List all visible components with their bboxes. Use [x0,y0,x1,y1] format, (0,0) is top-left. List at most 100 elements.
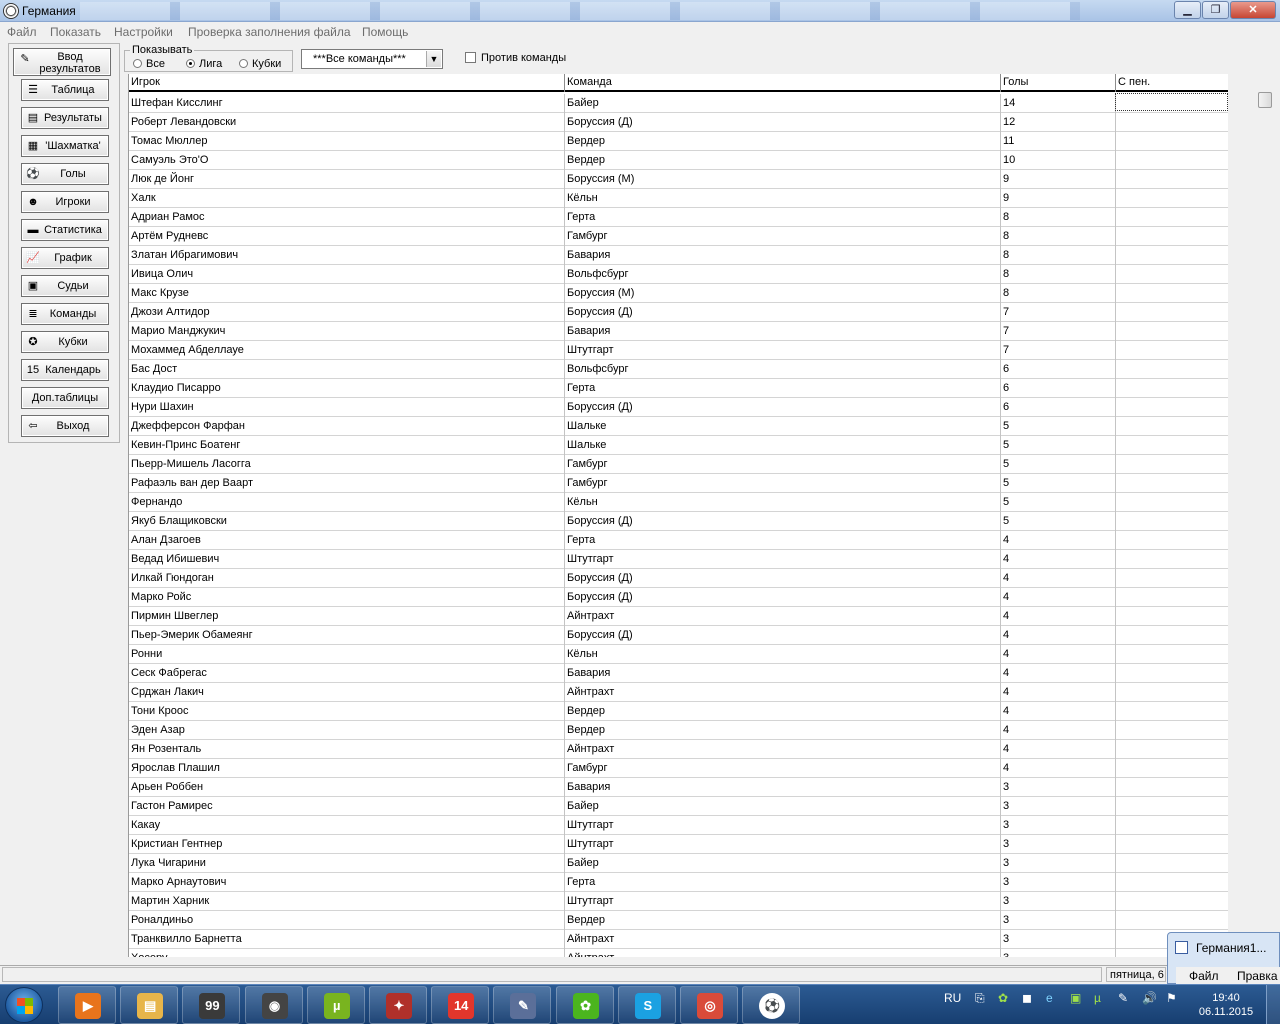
taskbar-game-app-button[interactable]: ✦ [369,986,427,1024]
cell-penalties[interactable] [1116,151,1228,170]
cell-player[interactable]: Самуэль Это'О [129,151,565,170]
cell-team[interactable]: Кёльн [565,645,1001,664]
cell-player[interactable]: Марко Ройс [129,588,565,607]
cell-goals[interactable]: 3 [1001,835,1116,854]
cell-player[interactable]: Тони Кроос [129,702,565,721]
volume-icon[interactable]: 🔊 [1142,991,1157,1005]
cell-player[interactable]: Эден Азар [129,721,565,740]
tray-browser-icon[interactable]: e [1046,991,1053,1005]
cell-player[interactable]: Джози Алтидор [129,303,565,322]
cell-team[interactable]: Бавария [565,322,1001,341]
cell-player[interactable]: Пьерр-Мишель Ласогга [129,455,565,474]
table-row[interactable]: Тони Кроос Вердер 4 [129,702,1228,721]
cell-goals[interactable]: 3 [1001,797,1116,816]
cell-player[interactable]: Ярослав Плашил [129,759,565,778]
nav-button-0[interactable]: ✎ Ввод результатов [13,48,111,76]
cell-player[interactable]: Мохаммед Абделлауе [129,341,565,360]
cell-penalties[interactable] [1116,322,1228,341]
cell-team[interactable]: Боруссия (Д) [565,512,1001,531]
checkbox-box[interactable] [465,52,476,63]
tray-app-icon[interactable]: ▣ [1070,991,1081,1005]
table-row[interactable]: Штефан Кисслинг Байер 14 [129,94,1228,113]
cell-goals[interactable]: 4 [1001,721,1116,740]
mini-menu-edit[interactable]: Правка [1237,969,1278,983]
table-row[interactable]: Гастон Рамирес Байер 3 [129,797,1228,816]
cell-penalties[interactable] [1116,854,1228,873]
nav-button-11[interactable]: 15 Календарь [21,359,109,381]
column-header-player[interactable]: Игрок [129,74,565,92]
cell-team[interactable]: Боруссия (М) [565,284,1001,303]
cell-team[interactable]: Вердер [565,702,1001,721]
cell-goals[interactable]: 4 [1001,702,1116,721]
nav-button-3[interactable]: ▦ 'Шахматка' [21,135,109,157]
cell-goals[interactable]: 3 [1001,930,1116,949]
cell-player[interactable]: Илкай Гюндоган [129,569,565,588]
menu-file-check[interactable]: Проверка заполнения файла [188,25,351,39]
cell-penalties[interactable] [1116,797,1228,816]
cell-goals[interactable]: 3 [1001,892,1116,911]
cell-goals[interactable]: 4 [1001,569,1116,588]
cell-goals[interactable]: 7 [1001,303,1116,322]
cell-team[interactable]: Бавария [565,778,1001,797]
tray-chat-icon[interactable]: ◼ [1022,991,1032,1005]
cell-team[interactable]: Айнтрахт [565,949,1001,957]
cell-penalties[interactable] [1116,664,1228,683]
cell-penalties[interactable] [1116,208,1228,227]
table-row[interactable]: Транквилло Барнетта Айнтрахт 3 [129,930,1228,949]
cell-team[interactable]: Боруссия (Д) [565,569,1001,588]
menu-help[interactable]: Помощь [362,25,408,39]
table-row[interactable]: Бас Дост Вольфсбург 6 [129,360,1228,379]
table-row[interactable]: Ведад Ибишевич Штутгарт 4 [129,550,1228,569]
cell-team[interactable]: Бавария [565,246,1001,265]
cell-team[interactable]: Боруссия (Д) [565,626,1001,645]
radio-league-dot[interactable] [186,59,195,68]
cell-player[interactable]: Хосеру [129,949,565,957]
cell-player[interactable]: Пирмин Швеглер [129,607,565,626]
cell-player[interactable]: Томас Мюллер [129,132,565,151]
table-row[interactable]: Фернандо Кёльн 5 [129,493,1228,512]
cell-penalties[interactable] [1116,360,1228,379]
cell-player[interactable]: Ведад Ибишевич [129,550,565,569]
cell-goals[interactable]: 4 [1001,740,1116,759]
taskbar-monitor-99-button[interactable]: 99 [182,986,241,1024]
mini-menu-file[interactable]: Файл [1189,969,1219,983]
cell-penalties[interactable] [1116,531,1228,550]
cell-team[interactable]: Шальке [565,417,1001,436]
cell-team[interactable]: Кёльн [565,493,1001,512]
cell-goals[interactable]: 7 [1001,322,1116,341]
cell-goals[interactable]: 3 [1001,816,1116,835]
nav-button-5[interactable]: ☻ Игроки [21,191,109,213]
cell-team[interactable]: Айнтрахт [565,930,1001,949]
cell-team[interactable]: Шальке [565,436,1001,455]
table-row[interactable]: Мохаммед Абделлауе Штутгарт 7 [129,341,1228,360]
cell-team[interactable]: Боруссия (Д) [565,588,1001,607]
cell-player[interactable]: Какау [129,816,565,835]
cell-team[interactable]: Штутгарт [565,341,1001,360]
cell-player[interactable]: Марио Манджукич [129,322,565,341]
table-row[interactable]: Марко Арнаутович Герта 3 [129,873,1228,892]
cell-player[interactable]: Кевин-Принс Боатенг [129,436,565,455]
cell-goals[interactable]: 5 [1001,417,1116,436]
cell-player[interactable]: Халк [129,189,565,208]
against-team-checkbox[interactable]: Против команды [465,52,566,64]
cell-team[interactable]: Боруссия (Д) [565,113,1001,132]
cell-goals[interactable]: 6 [1001,379,1116,398]
table-row[interactable]: Самуэль Это'О Вердер 10 [129,151,1228,170]
cell-penalties[interactable] [1116,417,1228,436]
tray-utorrent-icon[interactable]: µ [1094,991,1101,1005]
cell-player[interactable]: Златан Ибрагимович [129,246,565,265]
table-row[interactable]: Ян Розенталь Айнтрахт 4 [129,740,1228,759]
action-center-flag-icon[interactable]: ⚑ [1166,991,1177,1005]
cell-penalties[interactable] [1116,816,1228,835]
cell-penalties[interactable] [1116,170,1228,189]
cell-goals[interactable]: 8 [1001,246,1116,265]
clock[interactable]: 19:40 06.11.2015 [1196,991,1256,1019]
cell-penalties[interactable] [1116,873,1228,892]
menu-settings[interactable]: Настройки [114,25,173,39]
column-header-goals[interactable]: Голы [1001,74,1116,92]
menu-view[interactable]: Показать [50,25,101,39]
cell-goals[interactable]: 7 [1001,341,1116,360]
cell-goals[interactable]: 3 [1001,873,1116,892]
radio-cups-dot[interactable] [239,59,248,68]
cell-goals[interactable]: 6 [1001,360,1116,379]
